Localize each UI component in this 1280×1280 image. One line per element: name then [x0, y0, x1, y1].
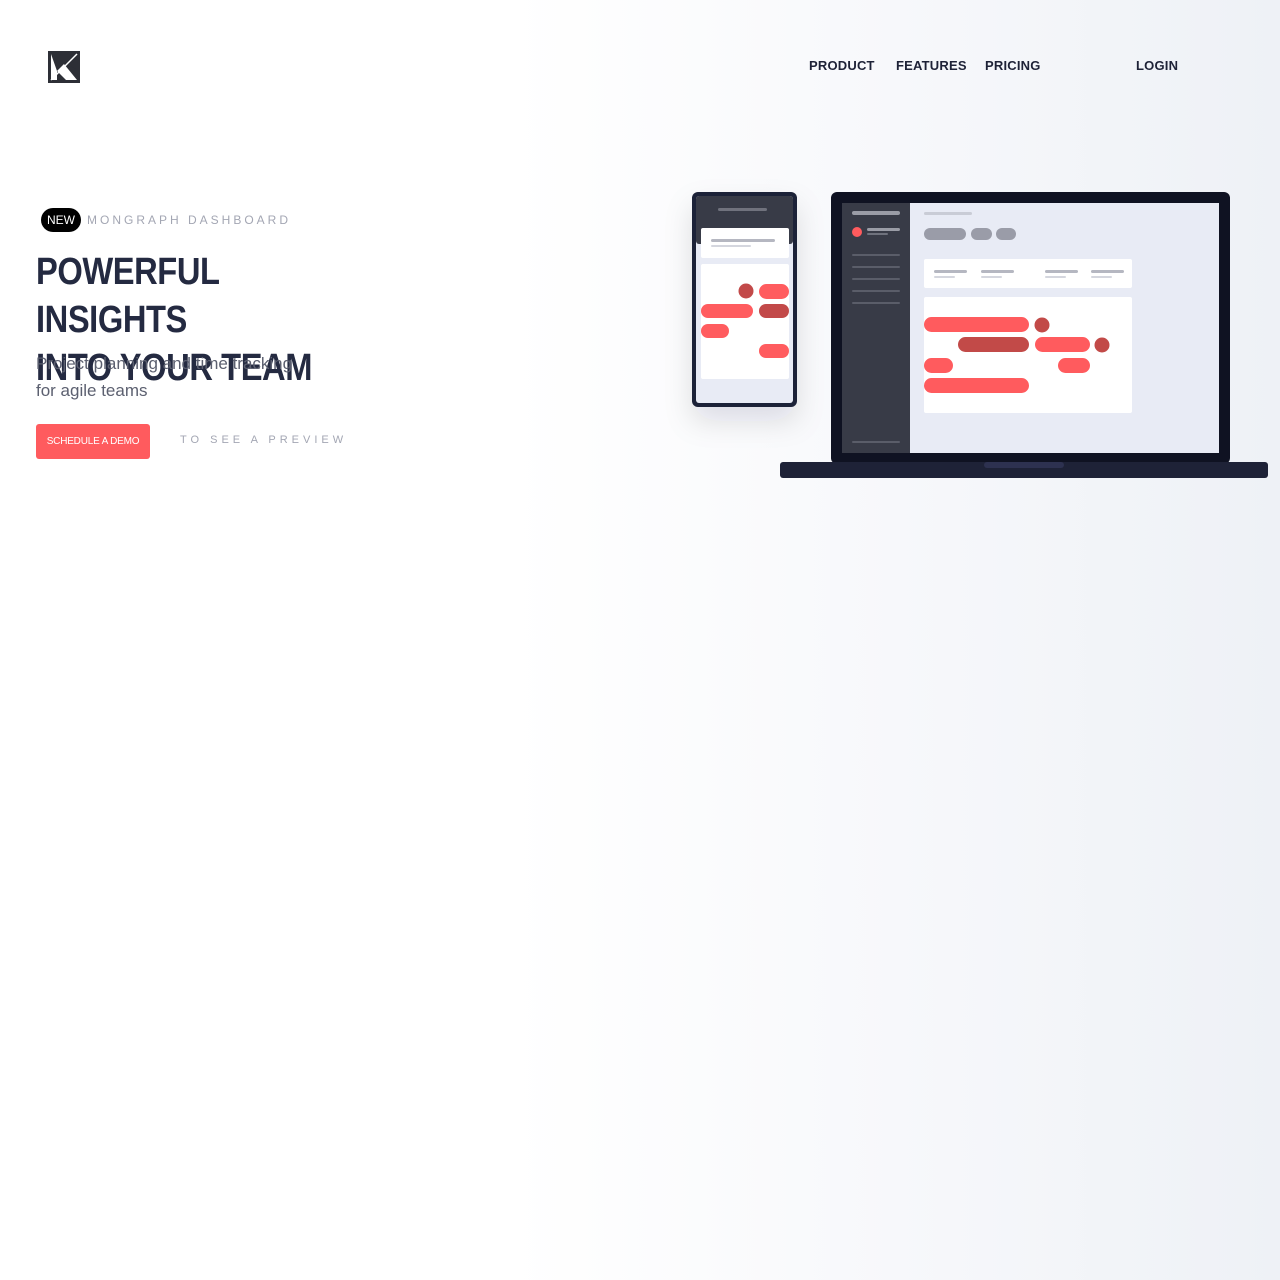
new-badge: NEW	[41, 208, 81, 232]
schedule-demo-button[interactable]: SCHEDULE A DEMO	[36, 424, 150, 459]
preview-link[interactable]: TO SEE A PREVIEW	[180, 434, 347, 446]
nav-pricing-label[interactable]: PRICING	[985, 58, 1041, 73]
nav-features[interactable]: FEATURES	[896, 58, 967, 73]
nav-product-label[interactable]: PRODUCT	[809, 58, 875, 73]
hero-subtitle-line1: Project planning and time tracking	[36, 354, 293, 373]
laptop-illustration	[780, 192, 1268, 478]
nav-features-label[interactable]: FEATURES	[896, 58, 967, 73]
nav-product[interactable]: PRODUCT	[809, 58, 875, 73]
hero-subtitle: Project planning and time tracking for a…	[36, 350, 356, 404]
nav-pricing[interactable]: PRICING	[985, 58, 1041, 73]
phone-illustration	[692, 192, 797, 407]
hero-eyebrow: MONGRAPH DASHBOARD	[87, 213, 292, 227]
k-logo-icon[interactable]	[48, 51, 80, 83]
nav-login[interactable]: LOGIN	[1136, 58, 1178, 73]
nav-login-label[interactable]: LOGIN	[1136, 58, 1178, 73]
hero-headline-line1: POWERFUL INSIGHTS	[36, 251, 219, 341]
hero-badge-row: NEW MONGRAPH DASHBOARD	[41, 208, 291, 232]
hero-subtitle-line2: for agile teams	[36, 381, 148, 400]
